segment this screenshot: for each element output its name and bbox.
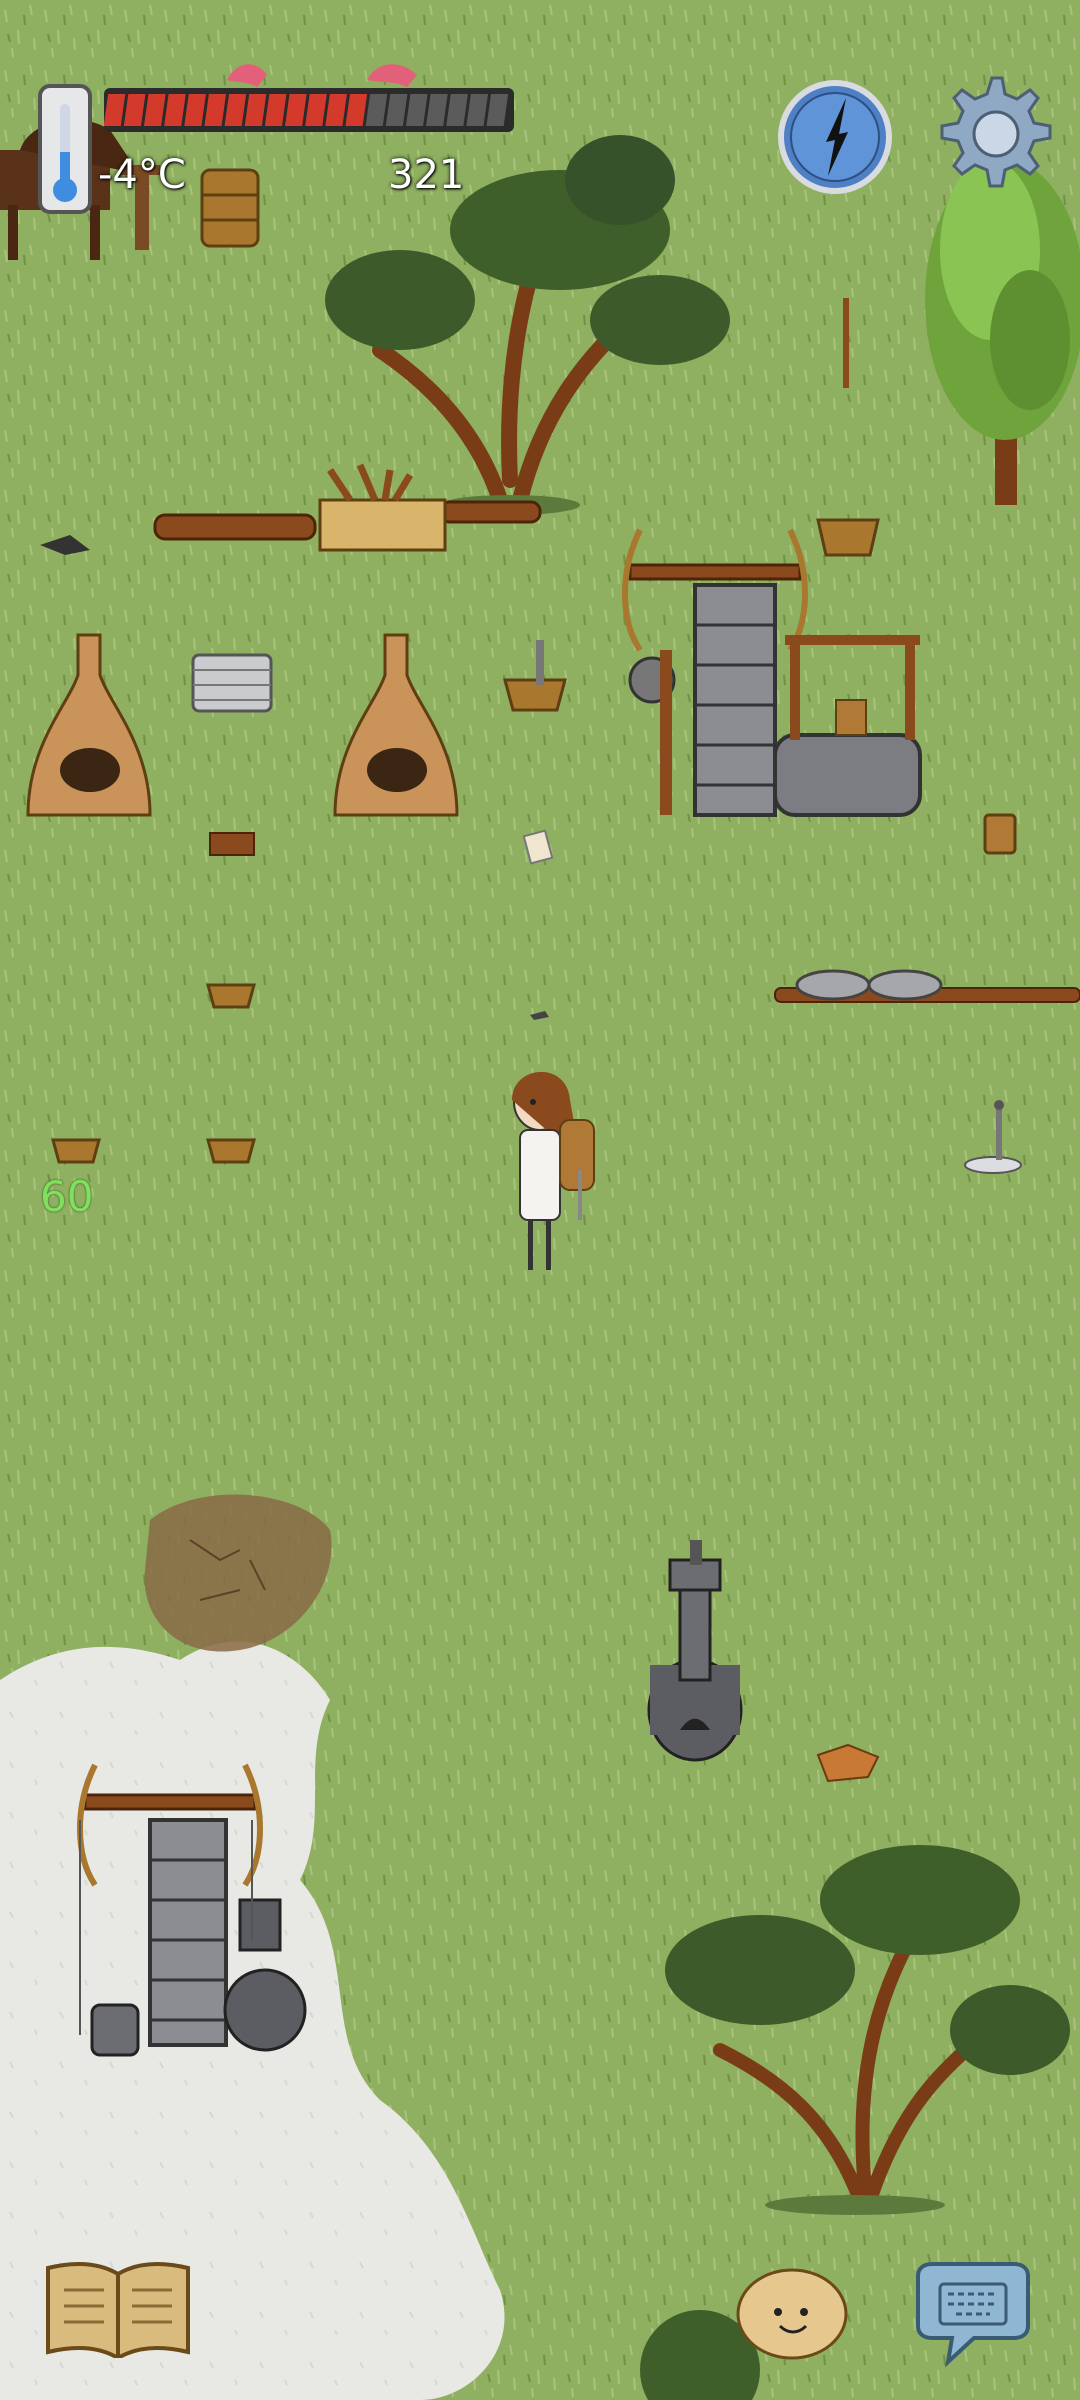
compass-icon: [778, 80, 892, 194]
stacked-plates: [191, 653, 273, 713]
basket-small-3: [206, 1138, 256, 1164]
emote-button[interactable]: [734, 2264, 850, 2360]
food-heart-right: [367, 64, 417, 87]
chat-keyboard-button[interactable]: [908, 2262, 1038, 2368]
compass-button[interactable]: [776, 78, 894, 196]
stick: [843, 298, 849, 388]
settings-button[interactable]: [930, 72, 1054, 196]
basket-small-1: [206, 983, 256, 1009]
food-heart-left: [227, 64, 267, 87]
open-book-icon: [46, 2262, 190, 2361]
basket-stack: [200, 168, 260, 248]
gear-icon: [940, 76, 1052, 188]
food-bar: [103, 88, 514, 132]
thermometer-icon: [38, 84, 92, 214]
basket-small-2: [51, 1138, 101, 1164]
tech-book-button[interactable]: [44, 2258, 192, 2361]
smiley-face-icon: [736, 2268, 848, 2360]
game-world[interactable]: [0, 0, 1080, 2400]
wooden-bucket: [983, 813, 1017, 855]
floating-value: 60: [40, 1172, 94, 1221]
thermometer: [36, 82, 94, 216]
age-counter: 321: [388, 152, 465, 198]
keyboard-chat-icon: [916, 2262, 1030, 2368]
clay-tile: [209, 832, 255, 856]
basket-right: [816, 518, 880, 557]
food-bar-pips: [103, 88, 514, 132]
temperature-readout: -4°C: [98, 152, 186, 198]
